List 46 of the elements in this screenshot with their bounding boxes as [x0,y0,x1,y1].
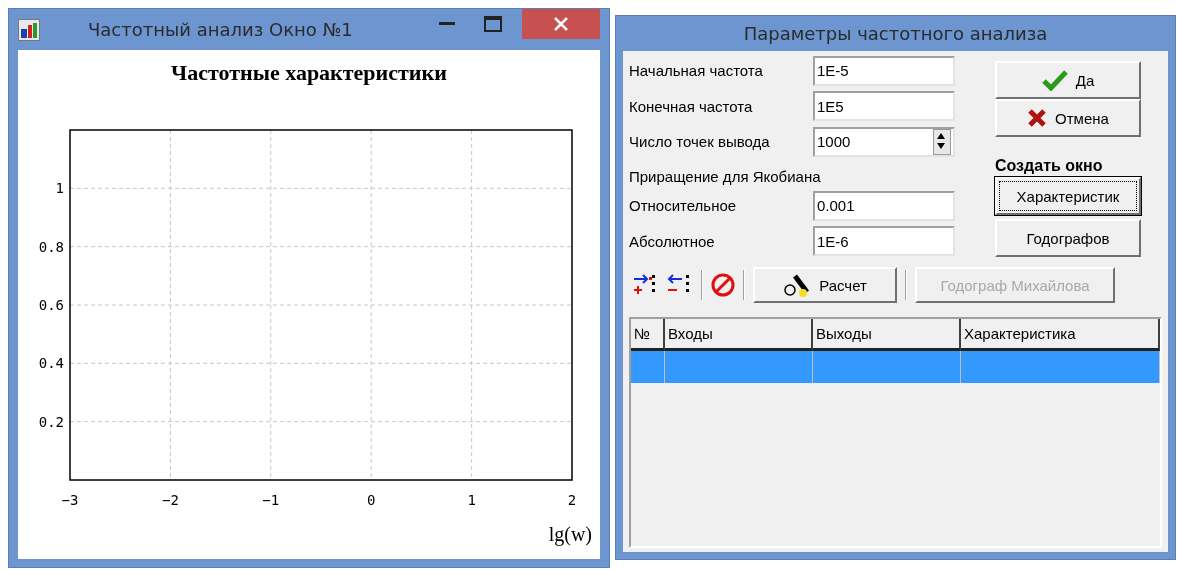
spin-arrows-icon[interactable] [933,128,951,155]
spin-field[interactable]: 1000 [813,126,955,157]
create-window-button[interactable]: Характеристик [995,177,1141,215]
y-tick-label: 0.8 [38,238,64,255]
column-header[interactable]: Входы [665,319,813,351]
create-window-button[interactable]: Годографов [995,219,1141,257]
field-label: Абсолютное [629,232,716,250]
cancel-button[interactable]: Отмена [995,99,1141,137]
app-icon [18,18,40,41]
prohibited-icon[interactable] [711,273,735,297]
field-label: Относительное [629,197,738,215]
chart-title: Частотные характеристики [171,60,447,85]
calculate-button[interactable]: Расчет [753,267,897,303]
create-window-label: Создать окно [995,157,1104,175]
x-tick-label: −1 [262,492,280,508]
close-button[interactable] [522,9,600,39]
input-field[interactable]: 1E5 [813,91,955,122]
maximize-icon [484,16,502,32]
ok-button[interactable]: Да [995,61,1141,99]
y-tick-label: 0.4 [38,355,64,372]
minimize-icon [439,22,455,26]
field-label: Конечная частота [629,97,754,115]
column-header[interactable]: № [631,319,665,351]
column-header[interactable]: Выходы [813,319,961,351]
field-label: Начальная частота [629,62,764,80]
section-label: Приращение для Якобиана [629,168,822,186]
dialog-title: Параметры частотного анализа [743,23,1048,44]
window-title: Частотный анализ Окно №1 [88,19,353,40]
pen-icon [783,272,812,298]
input-field[interactable]: 0.001 [813,190,955,221]
field-label: Число точек вывода [629,133,771,151]
x-axis-label: lg(w) [548,523,592,545]
x-tick-label: −2 [161,492,179,508]
column-header[interactable]: Характеристика [961,319,1160,351]
x-tick-label: 2 [567,492,577,508]
x-tick-label: 1 [467,492,476,508]
y-tick-label: 1 [55,180,64,197]
checkmark-icon [1041,69,1068,91]
close-icon [554,17,568,31]
x-tick-label: 0 [367,492,376,508]
y-tick-label: 0.2 [38,413,64,430]
input-field[interactable]: 1E-6 [813,226,955,257]
x-tick-label: −3 [61,492,79,508]
y-tick-label: 0.6 [38,297,64,313]
input-field[interactable]: 1E-5 [813,55,955,86]
cross-icon [1027,108,1048,128]
